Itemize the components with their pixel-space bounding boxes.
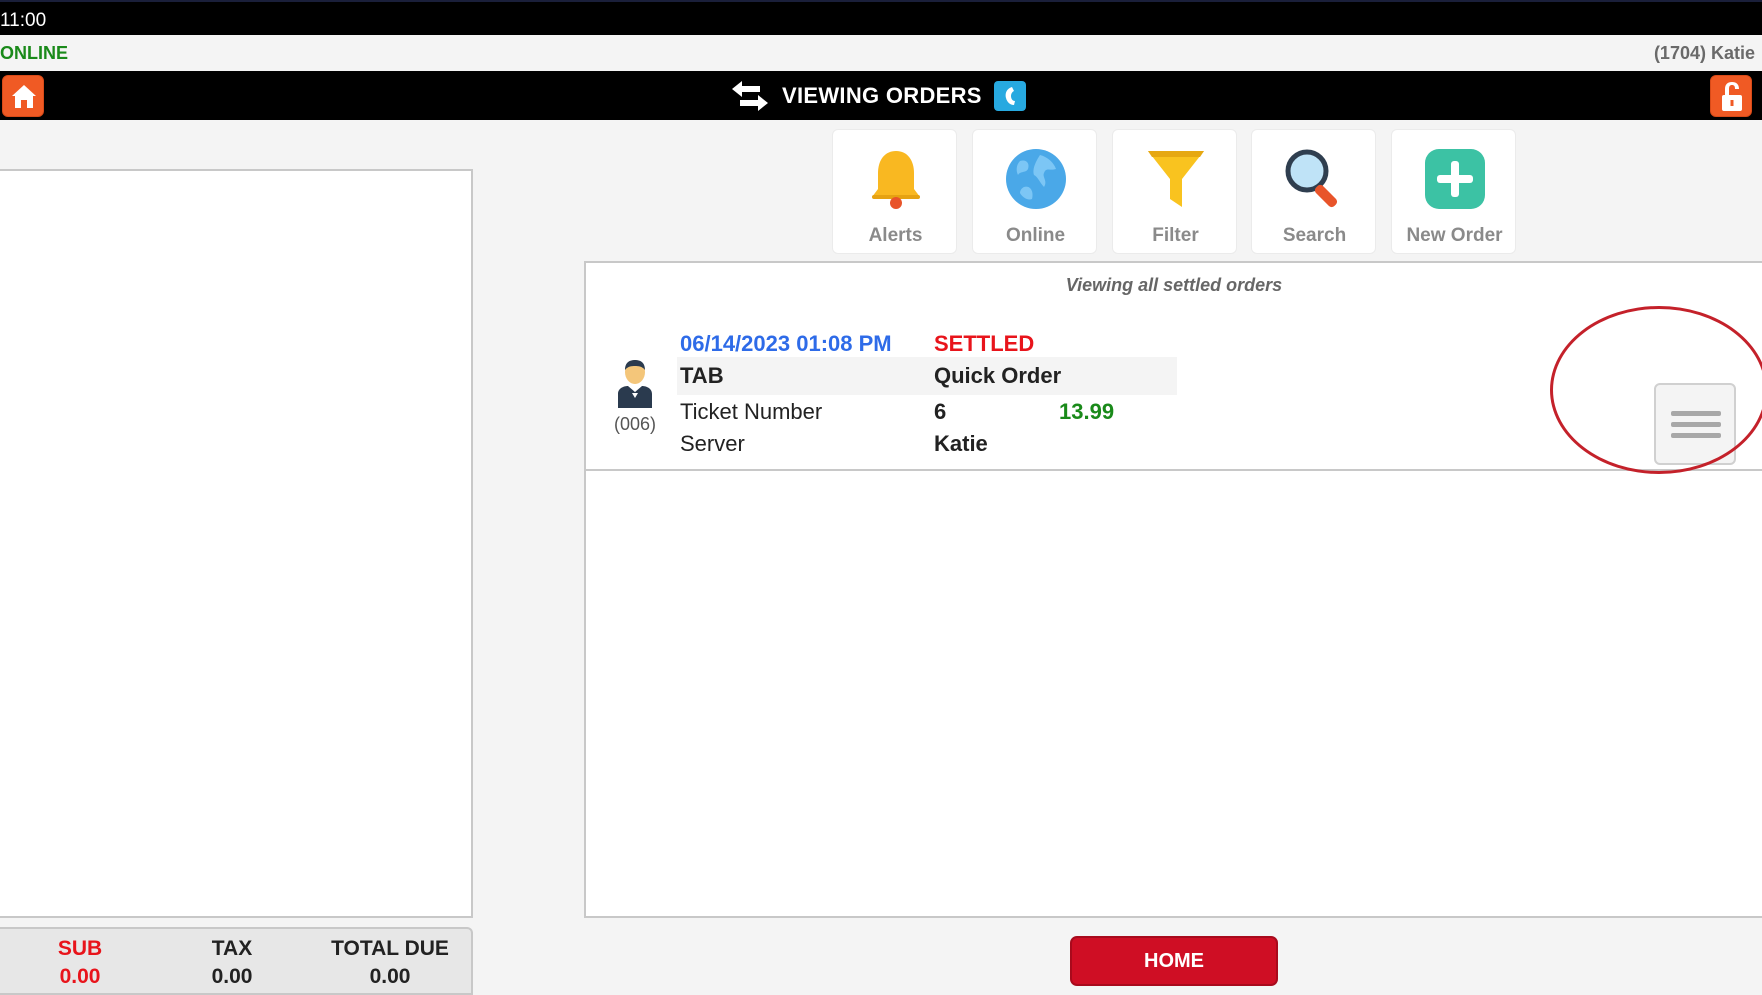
lock-button[interactable]	[1710, 75, 1752, 117]
order-detail-panel	[0, 169, 473, 918]
funnel-icon	[1147, 151, 1204, 207]
server-avatar-icon	[618, 360, 652, 408]
title-group: VIEWING ORDERS	[730, 79, 1026, 113]
clock: 11:00	[0, 10, 47, 31]
total-due-value: 0.00	[369, 965, 411, 988]
system-status-bar: 11:00	[0, 0, 1762, 35]
alerts-label: Alerts	[868, 225, 923, 246]
server-name: Katie	[934, 431, 988, 456]
total-due-label: TOTAL DUE	[331, 937, 449, 960]
network-bar: ONLINE (1704) Katie	[0, 35, 1762, 71]
alerts-button[interactable]: Alerts	[832, 129, 957, 254]
order-type: TAB	[680, 363, 724, 388]
server-label: Server	[680, 431, 745, 456]
orders-caption: Viewing all settled orders	[1065, 275, 1283, 295]
order-title-highlight	[677, 357, 1177, 395]
page-title: VIEWING ORDERS	[782, 83, 982, 108]
order-datetime: 06/14/2023 01:08 PM	[680, 331, 892, 356]
new-order-label: New Order	[1406, 225, 1503, 246]
swap-arrows-icon[interactable]	[730, 79, 770, 113]
order-amount: 13.99	[1059, 399, 1115, 424]
home-icon	[12, 85, 36, 108]
phone-icon	[1005, 87, 1015, 105]
home-icon-button[interactable]	[2, 75, 44, 117]
title-bar: VIEWING ORDERS	[0, 71, 1762, 120]
filter-label: Filter	[1152, 225, 1199, 246]
order-status: SETTLED	[934, 331, 1035, 356]
subtotal-label: SUB	[57, 937, 103, 960]
phone-icon-button[interactable]	[993, 81, 1026, 111]
online-status: ONLINE	[0, 43, 69, 63]
subtotal-value: 0.00	[59, 965, 101, 988]
search-label: Search	[1282, 225, 1347, 246]
bell-icon	[871, 151, 920, 209]
magnifier-icon	[1285, 149, 1337, 208]
search-button[interactable]: Search	[1251, 129, 1376, 254]
globe-icon	[1005, 149, 1066, 209]
online-button[interactable]: Online	[972, 129, 1097, 254]
plus-icon	[1424, 149, 1485, 209]
totals-bar: SUB 0.00 TAX 0.00 TOTAL DUE 0.00	[0, 927, 473, 995]
ticket-number-label: Ticket Number	[680, 399, 823, 424]
order-name: Quick Order	[934, 363, 1062, 388]
current-user: (1704) Katie	[1653, 43, 1755, 63]
tax-label: TAX	[211, 937, 253, 960]
ticket-number: 6	[934, 399, 947, 424]
online-label: Online	[1005, 225, 1066, 246]
total-due: TOTAL DUE 0.00	[310, 937, 470, 989]
home-button[interactable]: HOME	[1070, 936, 1278, 986]
tax: TAX 0.00	[152, 937, 312, 989]
new-order-button[interactable]: New Order	[1391, 129, 1516, 254]
highlight-circle	[1550, 306, 1762, 474]
filter-button[interactable]: Filter	[1112, 129, 1237, 254]
lock-icon	[1722, 82, 1742, 111]
subtotal: SUB 0.00	[0, 937, 160, 989]
server-code: (006)	[614, 414, 657, 434]
tax-value: 0.00	[211, 965, 253, 988]
